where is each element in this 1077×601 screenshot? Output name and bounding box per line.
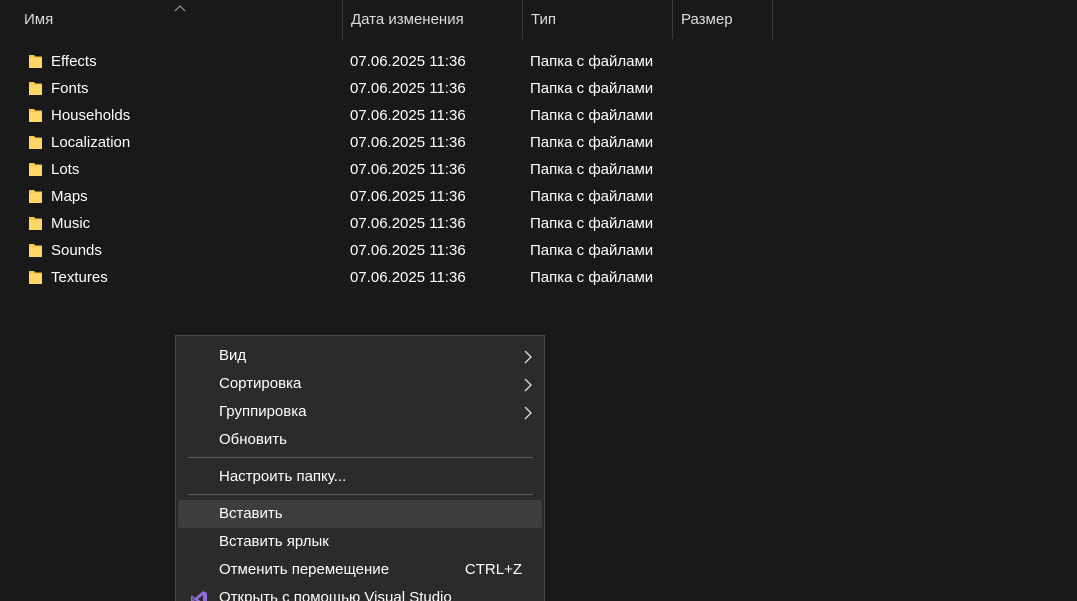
folder-icon	[29, 136, 42, 149]
list-item[interactable]: Lots 07.06.2025 11:36 Папка с файлами	[0, 156, 1077, 183]
file-date: 07.06.2025 11:36	[350, 188, 466, 205]
file-name: Lots	[51, 161, 80, 178]
list-item[interactable]: Households 07.06.2025 11:36 Папка с файлам…	[0, 102, 1077, 129]
file-name: Music	[51, 215, 91, 232]
folder-icon	[29, 109, 42, 122]
file-list: Effects 07.06.2025 11:36 Папка с файлами Fo…	[0, 48, 1077, 291]
file-type: Папка с файлами	[530, 107, 654, 124]
menu-item-label: Вставить ярлык	[219, 533, 329, 550]
menu-item-open-with-visual-studio[interactable]: Открыть с помощью Visual Studio	[178, 584, 542, 601]
column-header-type[interactable]: Тип	[522, 0, 672, 39]
menu-item-label: Группировка	[219, 403, 307, 420]
menu-item-label: Вставить	[219, 505, 283, 522]
chevron-right-icon	[524, 406, 532, 420]
context-menu: Вид Сортировка Группировка Обновить Наст…	[175, 335, 545, 601]
folder-icon	[29, 55, 42, 68]
file-name: Textures	[51, 269, 108, 286]
menu-item-group[interactable]: Группировка	[178, 398, 542, 426]
file-date: 07.06.2025 11:36	[350, 80, 466, 97]
menu-item-label: Открыть с помощью Visual Studio	[219, 589, 452, 601]
file-date: 07.06.2025 11:36	[350, 215, 466, 232]
menu-item-view[interactable]: Вид	[178, 342, 542, 370]
menu-separator	[188, 494, 533, 495]
file-name: Effects	[51, 53, 97, 70]
file-name: Fonts	[51, 80, 89, 97]
list-item[interactable]: Fonts 07.06.2025 11:36 Папка с файлами	[0, 75, 1077, 102]
file-type: Папка с файлами	[530, 80, 654, 97]
folder-icon	[29, 163, 42, 176]
visual-studio-icon	[191, 591, 207, 601]
file-type: Папка с файлами	[530, 242, 654, 259]
chevron-right-icon	[524, 350, 532, 364]
menu-item-undo-move[interactable]: Отменить перемещение CTRL+Z	[178, 556, 542, 584]
file-name: Localization	[51, 134, 131, 151]
menu-item-label: Настроить папку...	[219, 468, 347, 485]
file-explorer: Имя Дата изменения Тип Размер Effects 07.…	[0, 0, 1077, 601]
file-date: 07.06.2025 11:36	[350, 269, 466, 286]
file-type: Папка с файлами	[530, 53, 654, 70]
folder-icon	[29, 190, 42, 203]
menu-item-paste[interactable]: Вставить	[178, 500, 542, 528]
column-header-date[interactable]: Дата изменения	[342, 0, 522, 39]
folder-icon	[29, 217, 42, 230]
list-item[interactable]: Localization 07.06.2025 11:36 Папка с файл…	[0, 129, 1077, 156]
chevron-right-icon	[524, 378, 532, 392]
list-item[interactable]: Sounds 07.06.2025 11:36 Папка с файлами	[0, 237, 1077, 264]
menu-item-sort[interactable]: Сортировка	[178, 370, 542, 398]
menu-item-label: Сортировка	[219, 375, 302, 392]
file-date: 07.06.2025 11:36	[350, 242, 466, 259]
column-header-size[interactable]: Размер	[672, 0, 773, 39]
menu-item-label: Вид	[219, 347, 247, 364]
file-name: Sounds	[51, 242, 102, 259]
file-type: Папка с файлами	[530, 215, 654, 232]
column-header-name[interactable]: Имя	[16, 0, 342, 39]
folder-icon	[29, 244, 42, 257]
list-item[interactable]: Music 07.06.2025 11:36 Папка с файлами	[0, 210, 1077, 237]
column-header-bar: Имя Дата изменения Тип Размер	[0, 0, 1077, 39]
file-date: 07.06.2025 11:36	[350, 53, 466, 70]
menu-item-refresh[interactable]: Обновить	[178, 426, 542, 454]
folder-icon	[29, 82, 42, 95]
file-type: Папка с файлами	[530, 269, 654, 286]
file-date: 07.06.2025 11:36	[350, 161, 466, 178]
file-type: Папка с файлами	[530, 134, 654, 151]
menu-item-label: Обновить	[219, 431, 287, 448]
file-type: Папка с файлами	[530, 188, 654, 205]
menu-item-shortcut: CTRL+Z	[464, 561, 522, 578]
file-name: Households	[51, 107, 131, 124]
folder-icon	[29, 271, 42, 284]
menu-separator	[188, 457, 533, 458]
list-item[interactable]: Effects 07.06.2025 11:36 Папка с файлами	[0, 48, 1077, 75]
file-date: 07.06.2025 11:36	[350, 134, 466, 151]
file-type: Папка с файлами	[530, 161, 654, 178]
list-item[interactable]: Maps 07.06.2025 11:36 Папка с файлами	[0, 183, 1077, 210]
list-item[interactable]: Textures 07.06.2025 11:36 Папка с файлами	[0, 264, 1077, 291]
menu-item-label: Отменить перемещение	[219, 561, 390, 578]
menu-item-customize-folder[interactable]: Настроить папку...	[178, 463, 542, 491]
file-name: Maps	[51, 188, 88, 205]
file-date: 07.06.2025 11:36	[350, 107, 466, 124]
menu-item-paste-shortcut[interactable]: Вставить ярлык	[178, 528, 542, 556]
